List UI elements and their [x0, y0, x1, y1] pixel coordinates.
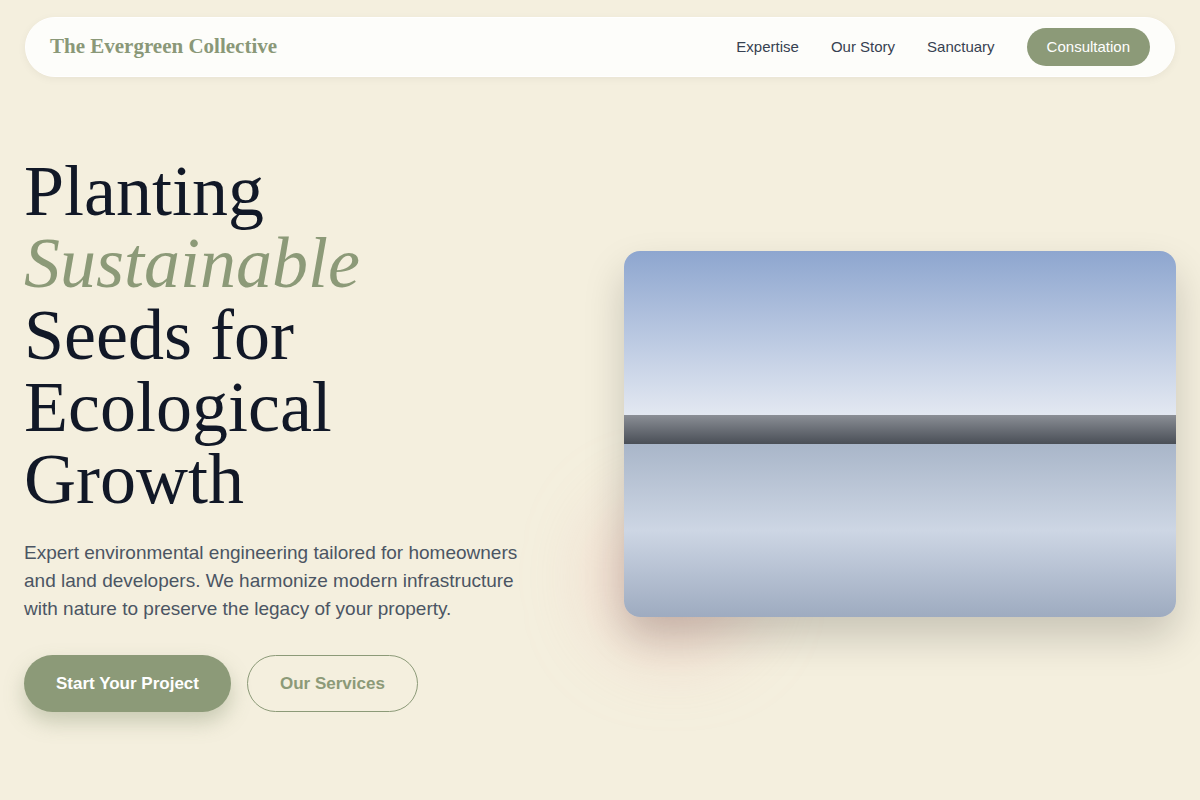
title-line: Planting — [24, 155, 584, 227]
nav-link[interactable]: Sanctuary — [927, 36, 995, 59]
hero-text: PlantingSustainableSeeds forEcologicalGr… — [24, 155, 584, 712]
nav-link[interactable]: Our Story — [831, 36, 895, 59]
photo — [624, 251, 1176, 617]
hero-title: PlantingSustainableSeeds forEcologicalGr… — [24, 155, 584, 515]
top-nav: The Evergreen Collective Expertise Our St… — [25, 17, 1175, 77]
title-line: Seeds for — [24, 299, 584, 371]
consultation-button[interactable]: Consultation — [1027, 28, 1150, 67]
title-line: Ecological — [24, 371, 584, 443]
hero-description: Expert environmental engineering tailore… — [24, 539, 534, 623]
title-line: Growth — [24, 443, 584, 515]
services-button[interactable]: Our Services — [247, 655, 418, 712]
start-project-button[interactable]: Start Your Project — [24, 655, 231, 712]
logo[interactable]: The Evergreen Collective — [50, 31, 277, 63]
nav-link[interactable]: Expertise — [736, 36, 799, 59]
title-line: Sustainable — [24, 227, 584, 299]
hero-image — [624, 251, 1176, 617]
